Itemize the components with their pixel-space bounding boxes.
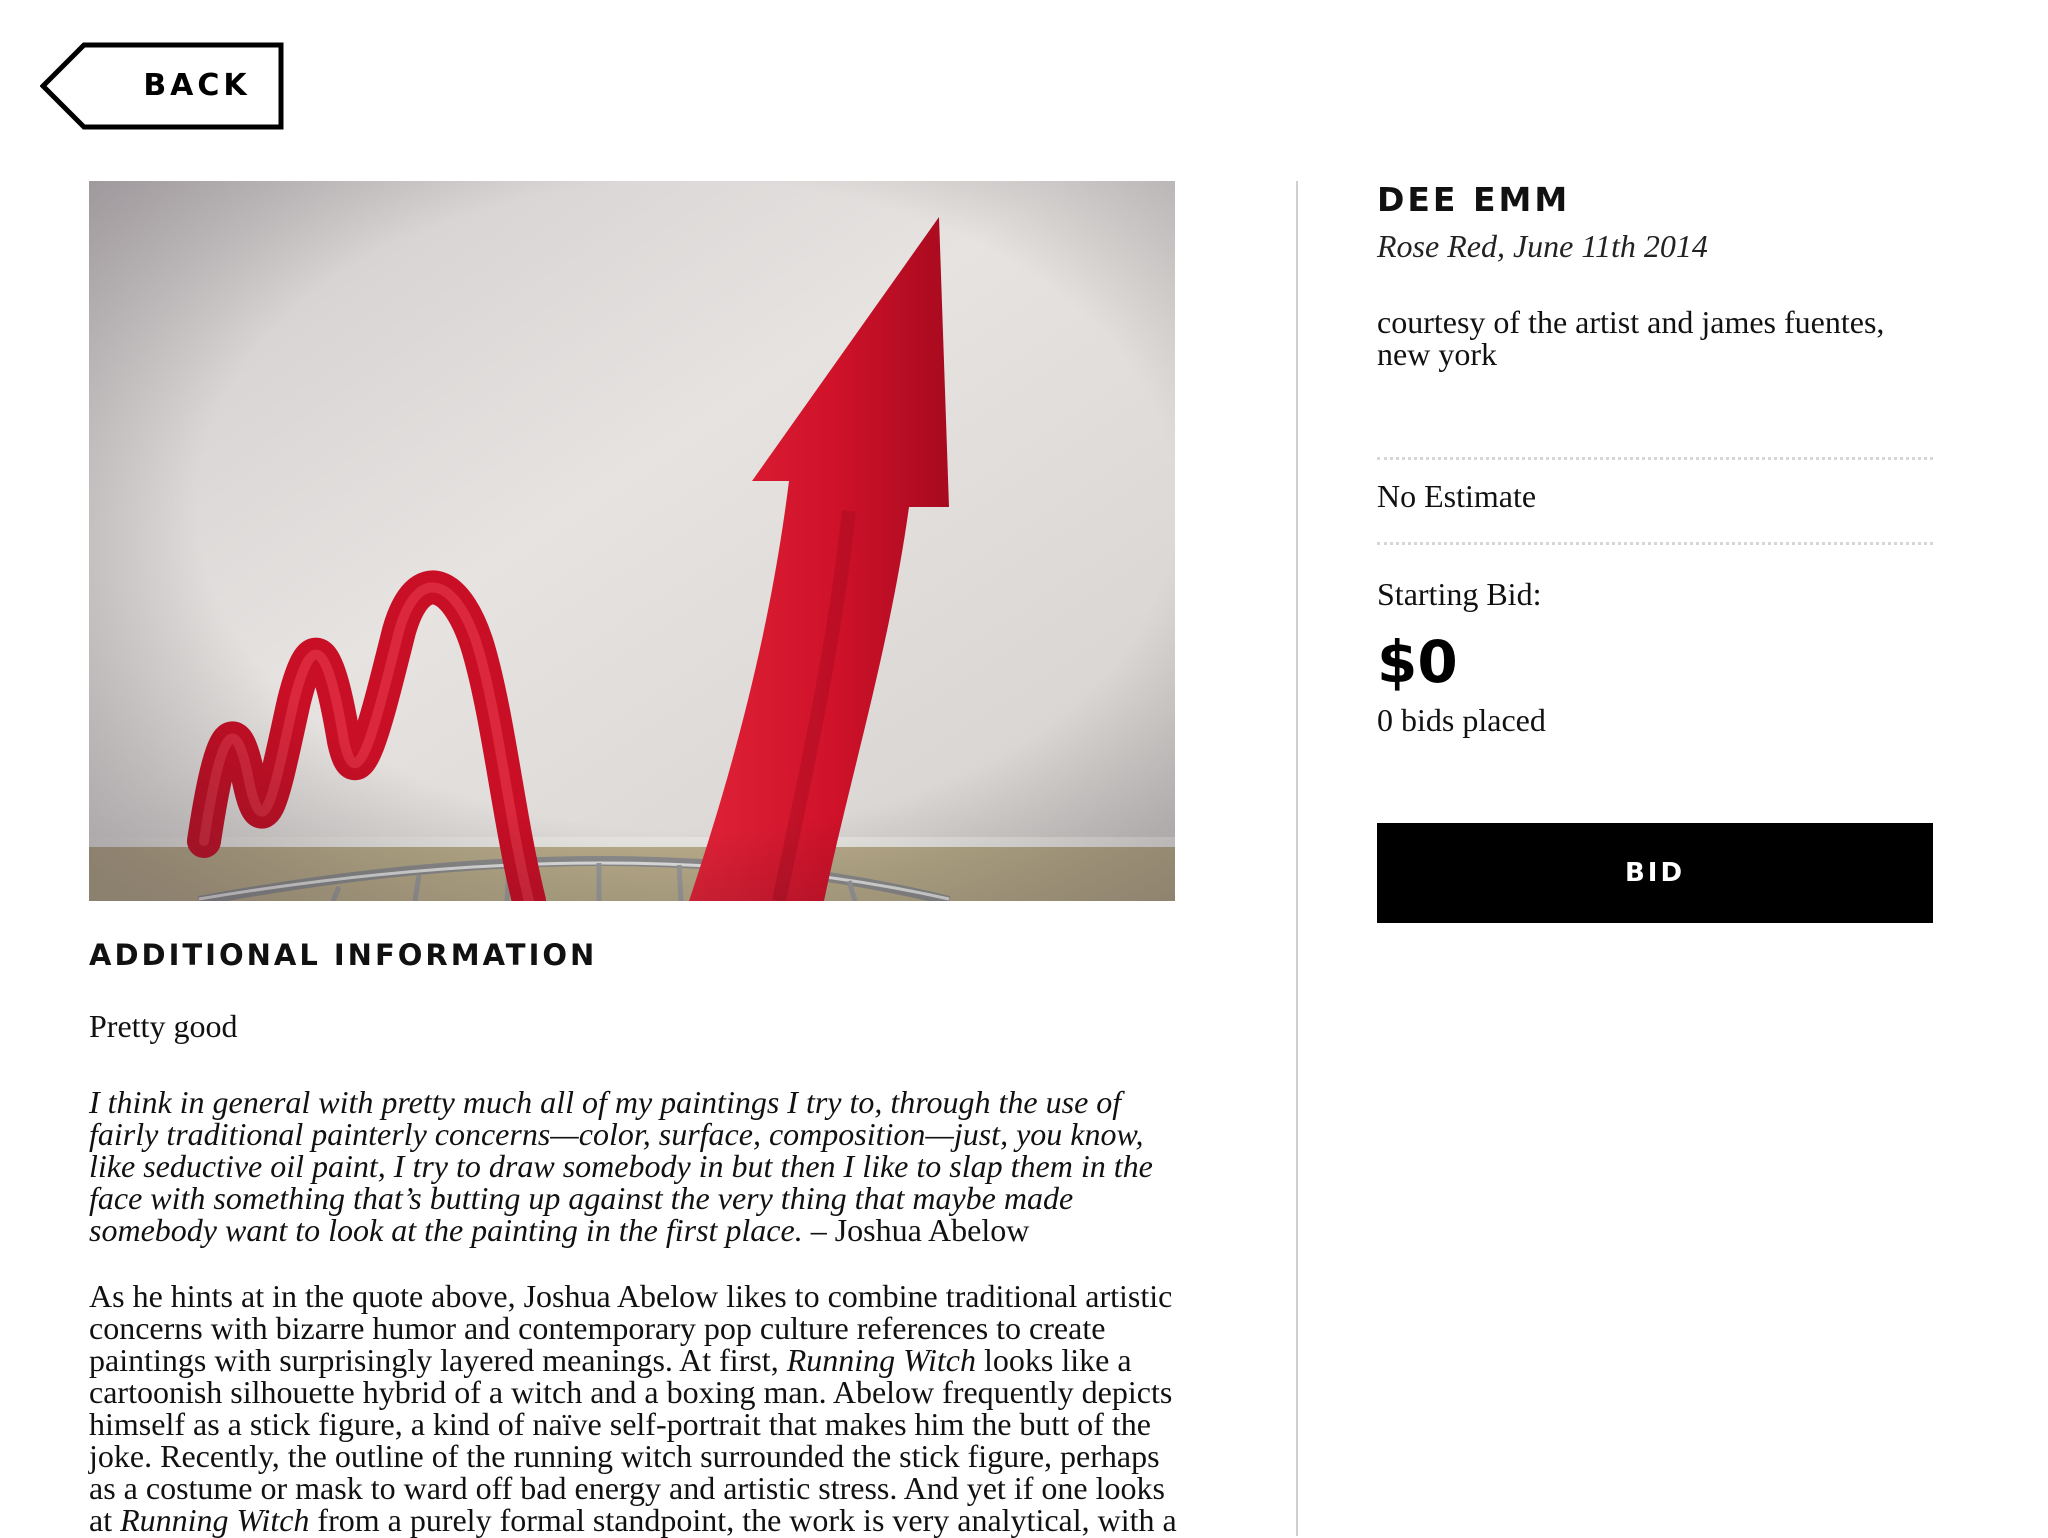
starting-bid-amount: $0 <box>1377 628 1458 696</box>
artwork-reference: Running Witch <box>786 1342 976 1378</box>
bids-placed-count: 0 bids placed <box>1377 702 1546 738</box>
artwork-reference: Running Witch <box>120 1502 310 1538</box>
artist-name[interactable]: DEE EMM <box>1377 180 1570 219</box>
artist-quote: I think in general with pretty much all … <box>89 1086 1179 1246</box>
credit-line: courtesy of the artist and james fuentes… <box>1377 304 1885 372</box>
back-button[interactable]: BACK <box>40 42 284 130</box>
column-divider <box>1296 181 1298 1536</box>
summary-text: Pretty good <box>89 1008 238 1044</box>
back-button-label: BACK <box>143 68 251 103</box>
description-text: from a purely formal standpoint, the wor… <box>309 1502 1177 1538</box>
quote-attribution: – Joshua Abelow <box>802 1212 1030 1248</box>
artwork-image <box>89 181 1175 901</box>
additional-information-heading: ADDITIONAL INFORMATION <box>89 938 598 972</box>
artwork-title: Rose Red, June 11th 2014 <box>1377 228 1708 264</box>
divider-line <box>1377 457 1933 460</box>
bid-button[interactable]: BID <box>1377 823 1933 923</box>
starting-bid-label: Starting Bid: <box>1377 576 1542 612</box>
divider-line <box>1377 542 1933 545</box>
estimate-text: No Estimate <box>1377 478 1537 514</box>
description-paragraph: As he hints at in the quote above, Joshu… <box>89 1280 1179 1536</box>
